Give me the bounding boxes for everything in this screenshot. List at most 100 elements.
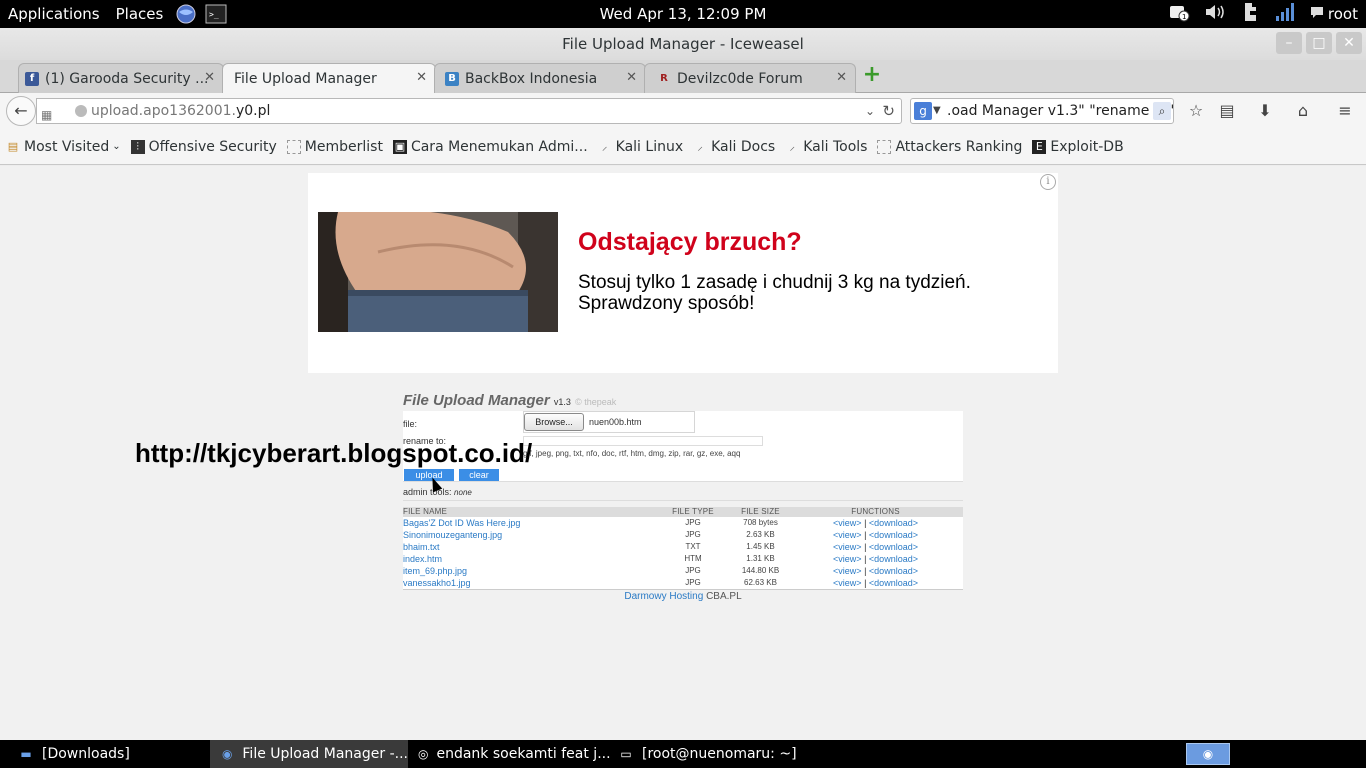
applications-menu[interactable]: Applications [0, 0, 108, 28]
bookmark-kali-tools[interactable]: ⸝ Kali Tools [785, 139, 867, 155]
search-input[interactable]: .oad Manager v1.3" "rename to" [947, 99, 1173, 123]
view-link[interactable]: <view> [833, 518, 862, 528]
hosting-link[interactable]: Darmowy Hosting [624, 591, 703, 602]
col-file-size: FILE SIZE [733, 507, 788, 517]
tab-close-icon[interactable]: ✕ [626, 70, 637, 85]
ad-info-icon[interactable]: i [1040, 174, 1056, 190]
exploit-db-icon: E [1032, 139, 1047, 154]
table-row: vanessakho1.jpg JPG 62.63 KB <view> | <down… [403, 577, 963, 590]
minimize-icon[interactable]: – [1276, 32, 1302, 54]
window-titlebar[interactable]: File Upload Manager - Iceweasel – □ ✕ [0, 28, 1366, 60]
file-type-cell: JPG [685, 530, 701, 539]
separator: | [864, 530, 867, 540]
functions-cell: <view> | <download> [788, 517, 963, 529]
places-menu[interactable]: Places [108, 0, 172, 28]
view-link[interactable]: <view> [833, 554, 862, 564]
advertisement[interactable]: i Odstający brzuch? Stosuj tylko 1 zasad… [308, 173, 1058, 373]
tab-garooda[interactable]: f (1) Garooda Security ... ✕ [18, 63, 224, 93]
bookmark-memberlist[interactable]: Memberlist [286, 139, 383, 155]
ad-body[interactable]: Stosuj tylko 1 zasadę i chudnij 3 kg na … [578, 272, 998, 314]
admin-tools: admin tools: none [403, 481, 963, 501]
tab-devilzc0de[interactable]: R Devilzc0de Forum ✕ [644, 63, 856, 93]
download-link[interactable]: <download> [869, 578, 918, 588]
tab-strip: f (1) Garooda Security ... ✕ File Upload… [0, 60, 1366, 94]
iceweasel-globe-icon[interactable] [175, 3, 197, 25]
file-name-cell: item_69.php.jpg [403, 565, 653, 577]
ad-headline[interactable]: Odstający brzuch? [578, 228, 802, 257]
view-link[interactable]: <view> [833, 542, 862, 552]
rename-input[interactable] [523, 436, 763, 446]
table-header-row: FILE NAME FILE TYPE FILE SIZE FUNCTIONS [403, 507, 963, 517]
file-link[interactable]: item_69.php.jpg [403, 566, 467, 576]
url-history-dropdown-icon[interactable]: ⌄ [865, 99, 875, 123]
bookmark-cara-menemukan[interactable]: ▣ Cara Menemukan Admi... [392, 139, 588, 155]
file-link[interactable]: index.htm [403, 554, 442, 564]
reload-icon[interactable]: ↻ [882, 99, 895, 123]
task-media-player[interactable]: ◎ endank soekamti feat j... [408, 740, 611, 768]
file-size-cell: 708 bytes [743, 518, 778, 527]
user-menu[interactable]: root [1310, 5, 1358, 23]
bookmark-exploit-db[interactable]: E Exploit-DB [1032, 139, 1124, 155]
file-size-cell: 2.63 KB [746, 530, 775, 539]
bookmark-most-visited[interactable]: ▤ Most Visited ⌄ [6, 139, 121, 155]
volume-icon[interactable] [1204, 2, 1228, 26]
browse-button[interactable]: Browse... [524, 413, 584, 431]
reading-list-icon[interactable]: ▤ [1215, 99, 1239, 123]
navigation-toolbar: ▦ upload.apo1362001.y0.pl ⌄ ↻ ← g ▼ .oad… [0, 93, 1366, 129]
file-link[interactable]: bhaim.txt [403, 542, 440, 552]
tab-close-icon[interactable]: ✕ [416, 70, 427, 85]
menu-icon[interactable]: ≡ [1333, 99, 1357, 123]
home-icon[interactable]: ⌂ [1291, 99, 1315, 123]
search-bar[interactable]: g ▼ .oad Manager v1.3" "rename to" ⌕ [910, 98, 1174, 124]
downloads-icon[interactable]: ⬇ [1253, 99, 1277, 123]
functions-cell: <view> | <download> [788, 565, 963, 577]
download-link[interactable]: <download> [869, 530, 918, 540]
file-size-cell: 1.45 KB [746, 542, 775, 551]
search-go-icon[interactable]: ⌕ [1153, 102, 1171, 120]
chevron-down-icon: ⌄ [112, 141, 121, 152]
google-icon[interactable]: g [914, 102, 932, 120]
file-link[interactable]: Sinonimouzeganteng.jpg [403, 530, 502, 540]
close-icon[interactable]: ✕ [1336, 32, 1362, 54]
bookmark-attackers-ranking[interactable]: Attackers Ranking [877, 139, 1022, 155]
file-link[interactable]: vanessakho1.jpg [403, 578, 471, 588]
site-identity-icon[interactable]: ▦ [41, 103, 57, 122]
tab-backbox[interactable]: B BackBox Indonesia ✕ [434, 63, 646, 93]
task-terminal[interactable]: ▭ [root@nuenomaru: ~] [608, 740, 808, 768]
view-link[interactable]: <view> [833, 566, 862, 576]
task-downloads[interactable]: ▬ [Downloads] [0, 740, 210, 768]
download-link[interactable]: <download> [869, 566, 918, 576]
ad-image[interactable] [318, 212, 558, 332]
functions-cell: <view> | <download> [788, 541, 963, 553]
download-link[interactable]: <download> [869, 554, 918, 564]
tab-close-icon[interactable]: ✕ [836, 70, 847, 85]
selected-file-name: nuen00b.htm [589, 417, 642, 427]
url-bar[interactable]: ▦ upload.apo1362001.y0.pl ⌄ ↻ [36, 98, 902, 124]
view-link[interactable]: <view> [833, 530, 862, 540]
download-link[interactable]: <download> [869, 518, 918, 528]
back-button[interactable]: ← [6, 96, 36, 126]
kali-icon: ⸝ [601, 139, 608, 153]
network-icon[interactable] [1242, 1, 1260, 27]
signal-icon[interactable] [1274, 1, 1296, 27]
download-link[interactable]: <download> [869, 542, 918, 552]
file-link[interactable]: Bagas'Z Dot ID Was Here.jpg [403, 518, 520, 528]
bookmark-offensive-security[interactable]: ⫶ Offensive Security [130, 139, 277, 155]
separator: | [864, 554, 867, 564]
workspace-switcher[interactable]: ◉ [1186, 743, 1230, 765]
bookmark-kali-docs[interactable]: ⸝ Kali Docs [693, 139, 775, 155]
engine-dropdown-icon[interactable]: ▼ [933, 99, 941, 123]
maximize-icon[interactable]: □ [1306, 32, 1332, 54]
tab-file-upload-manager[interactable]: File Upload Manager ✕ [222, 63, 436, 94]
view-link[interactable]: <view> [833, 578, 862, 588]
page-icon [286, 139, 301, 154]
bookmark-star-icon[interactable]: ☆ [1184, 99, 1208, 123]
tab-close-icon[interactable]: ✕ [204, 70, 215, 85]
task-file-upload-manager[interactable]: ◉ File Upload Manager -... [210, 740, 408, 768]
terminal-icon[interactable]: >_ [205, 3, 227, 25]
new-tab-button[interactable]: + [862, 64, 882, 86]
clear-button[interactable]: clear [459, 469, 499, 481]
file-name-cell: bhaim.txt [403, 541, 653, 553]
bookmark-kali-linux[interactable]: ⸝ Kali Linux [598, 139, 683, 155]
notification-icon[interactable]: 1 [1168, 2, 1190, 26]
